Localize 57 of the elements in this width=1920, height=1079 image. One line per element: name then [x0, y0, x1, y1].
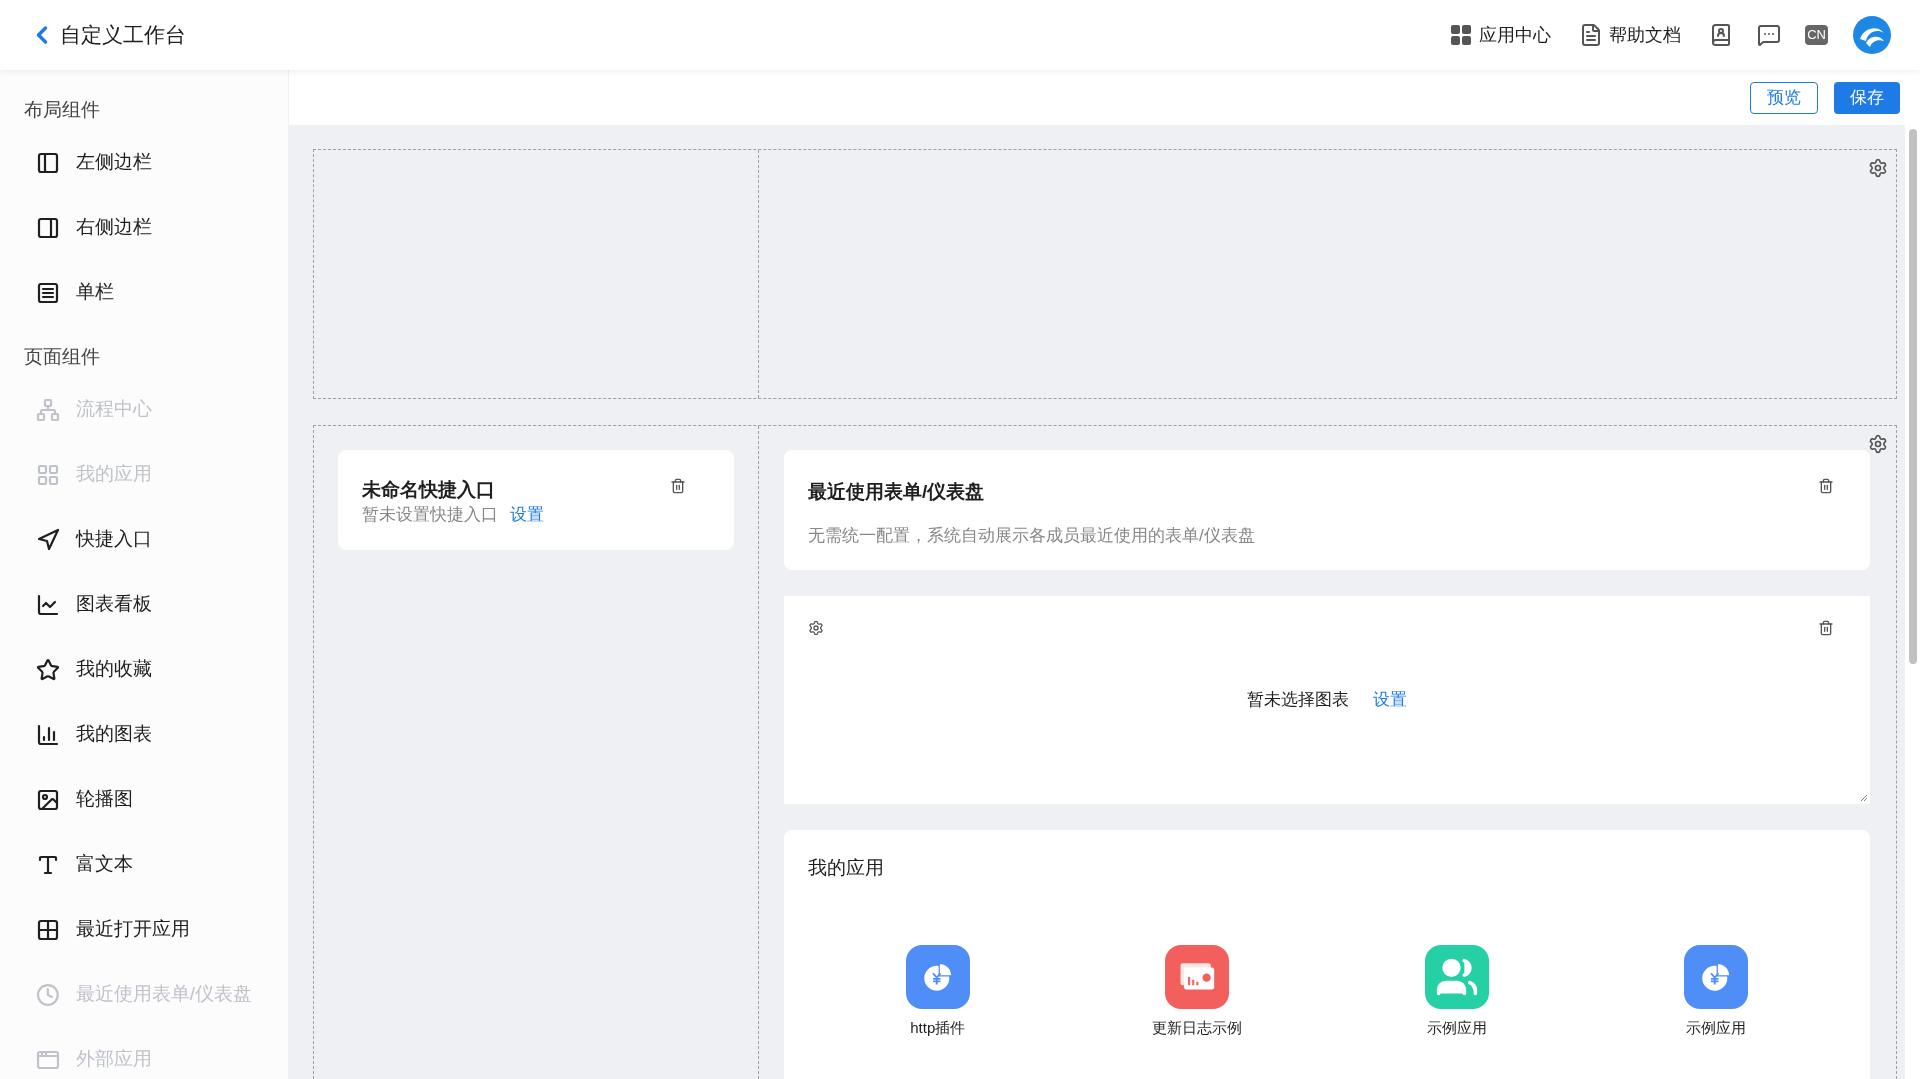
single-column-icon: [36, 280, 60, 305]
component-item[interactable]: 最近打开应用: [0, 897, 288, 962]
card-description: 无需统一配置，系统自动展示各成员最近使用的表单/仪表盘: [808, 524, 1256, 547]
presentation-icon[interactable]: [1165, 944, 1230, 1009]
setup-link[interactable]: 设置: [510, 502, 544, 528]
component-item[interactable]: 轮播图: [0, 767, 288, 832]
line-chart-icon: [36, 592, 60, 617]
preview-button[interactable]: 预览: [1750, 81, 1818, 114]
empty-note: 暂未设置快捷入口: [362, 504, 498, 526]
delete-icon[interactable]: [1818, 478, 1834, 494]
component-item[interactable]: 右侧边栏: [0, 195, 288, 260]
empty-note: 暂未选择图表: [1247, 689, 1349, 712]
language-button[interactable]: CN: [1805, 25, 1828, 45]
apps-icon[interactable]: [1449, 23, 1474, 47]
pie-chart-icon[interactable]: [905, 944, 970, 1009]
star-icon: [36, 657, 60, 682]
delete-icon[interactable]: [1818, 620, 1834, 636]
component-item[interactable]: 快捷入口: [0, 507, 288, 572]
section-title: 布局组件: [23, 98, 101, 122]
component-item[interactable]: 我的图表: [0, 702, 288, 767]
grid-icon: [36, 917, 60, 942]
left-sidebar-icon: [36, 150, 60, 175]
setup-link[interactable]: 设置: [1373, 687, 1407, 713]
header-link[interactable]: 帮助文档: [1609, 21, 1682, 49]
component-item[interactable]: 图表看板: [0, 572, 288, 637]
scrollbar-thumb[interactable]: [1908, 129, 1917, 664]
bar-chart-icon: [36, 722, 60, 747]
app-name[interactable]: 示例应用: [1686, 1016, 1747, 1039]
layout-row[interactable]: 未命名快捷入口 暂未设置快捷入口 设置 最近使用表单/仪表盘 无需统一配置，系统自动展示各成员最近使用的表单/仪表盘 暂未选择图表 设置 我的应用 http插件 更新日志示例 示例应用 示例应用: [313, 425, 1897, 1079]
header-link[interactable]: 应用中心: [1479, 21, 1552, 49]
component-item[interactable]: 我的收藏: [0, 637, 288, 702]
image-icon: [36, 787, 60, 812]
resize-handle-icon[interactable]: [1860, 794, 1868, 802]
card-title: 未命名快捷入口: [362, 478, 495, 502]
pie-chart-icon[interactable]: [1684, 944, 1749, 1009]
page-title: 自定义工作台: [60, 22, 186, 49]
app-name[interactable]: http插件: [910, 1016, 966, 1039]
clock-icon: [36, 982, 60, 1007]
app-name[interactable]: 更新日志示例: [1152, 1016, 1243, 1039]
component-item[interactable]: 单栏: [0, 260, 288, 325]
component-item[interactable]: 富文本: [0, 832, 288, 897]
navigation-icon: [36, 527, 60, 552]
settings-icon[interactable]: [808, 620, 824, 636]
delete-icon[interactable]: [670, 478, 686, 494]
right-sidebar-icon: [36, 215, 60, 240]
flow-icon: [36, 397, 60, 422]
app-name[interactable]: 示例应用: [1426, 1016, 1487, 1039]
settings-icon[interactable]: [1868, 434, 1888, 454]
card-title: 我的应用: [808, 856, 885, 880]
save-button[interactable]: 保存: [1834, 81, 1900, 114]
message-icon[interactable]: [1757, 23, 1782, 47]
settings-icon[interactable]: [1868, 158, 1888, 178]
section-title: 页面组件: [23, 345, 101, 369]
card-title: 最近使用表单/仪表盘: [808, 480, 985, 504]
component-item[interactable]: 左侧边栏: [0, 130, 288, 195]
grid-icon: [36, 462, 60, 487]
logo-avatar[interactable]: [1852, 15, 1892, 55]
